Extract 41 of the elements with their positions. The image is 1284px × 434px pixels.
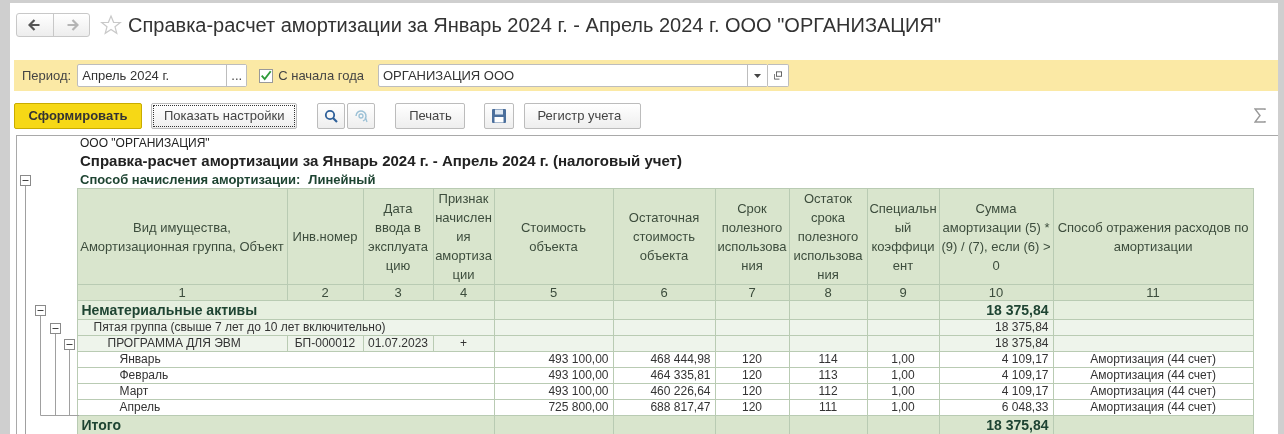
register-dropdown-button[interactable]: Регистр учета (524, 102, 642, 129)
column-header: Специальный коэффициент (867, 188, 939, 285)
report-title: Справка-расчет амортизации за Январь 2024 г. - Апрель 2024 г. (налоговый учет) (80, 152, 682, 170)
method-label: Способ начисления амортизации: (80, 172, 301, 188)
collapse-icon[interactable] (35, 305, 46, 316)
open-window-icon (774, 70, 782, 81)
column-header: Срок полезного использования (715, 188, 789, 285)
left-arrow-icon (28, 19, 42, 31)
save-button[interactable] (484, 102, 515, 129)
column-header: Вид имущества, Амортизационная группа, Объект (77, 188, 287, 285)
search-icon (324, 108, 339, 123)
column-header: Дата ввода в эксплуатацию (363, 188, 433, 285)
organization-name: ООО "ОРГАНИЗАЦИЯ" (80, 136, 210, 150)
collapse-icon[interactable] (64, 339, 75, 350)
select-period-button[interactable]: ... (226, 65, 247, 86)
method-value: Линейный (308, 172, 376, 188)
column-header: Остаток срока полезного использования (789, 188, 867, 285)
search-button[interactable] (317, 102, 346, 129)
search-refresh-icon (354, 108, 369, 123)
collapse-icon[interactable] (20, 175, 31, 186)
print-button[interactable]: Печать (395, 102, 466, 129)
window-title: Справка-расчет амортизации за Январь 2024 г. - Апрель 2024 г. ООО "ОРГАНИЗАЦИЯ" (128, 13, 941, 37)
caret-icon (754, 73, 761, 78)
column-header: Инв.номер (287, 188, 363, 285)
open-button[interactable] (768, 64, 789, 87)
column-header: Остаточная стоимость объекта (613, 188, 715, 285)
checkbox-label: С начала года (278, 68, 364, 83)
period-label: Период: (22, 68, 72, 83)
checkbox[interactable] (259, 68, 274, 83)
sum-icon[interactable] (1254, 108, 1266, 123)
collapse-icon[interactable] (50, 323, 61, 334)
dropdown-button[interactable] (747, 65, 767, 86)
column-header: Сумма амортизации (5) * (9) / (7), если (6) > 0 (939, 188, 1053, 285)
column-header: Признак начисления амортизации (433, 188, 494, 285)
column-header: Стоимость объекта (494, 188, 613, 285)
settings-button[interactable]: Показать настройки (151, 102, 298, 129)
generate-button[interactable]: Сформировать (14, 102, 142, 129)
period-field[interactable]: Апрель 2024 г. ... (77, 64, 248, 87)
organization-field[interactable]: ОРГАНИЗАЦИЯ ООО (378, 64, 768, 87)
column-header: Способ отражения расходов по амортизации (1053, 188, 1254, 285)
star-icon[interactable] (100, 14, 122, 36)
